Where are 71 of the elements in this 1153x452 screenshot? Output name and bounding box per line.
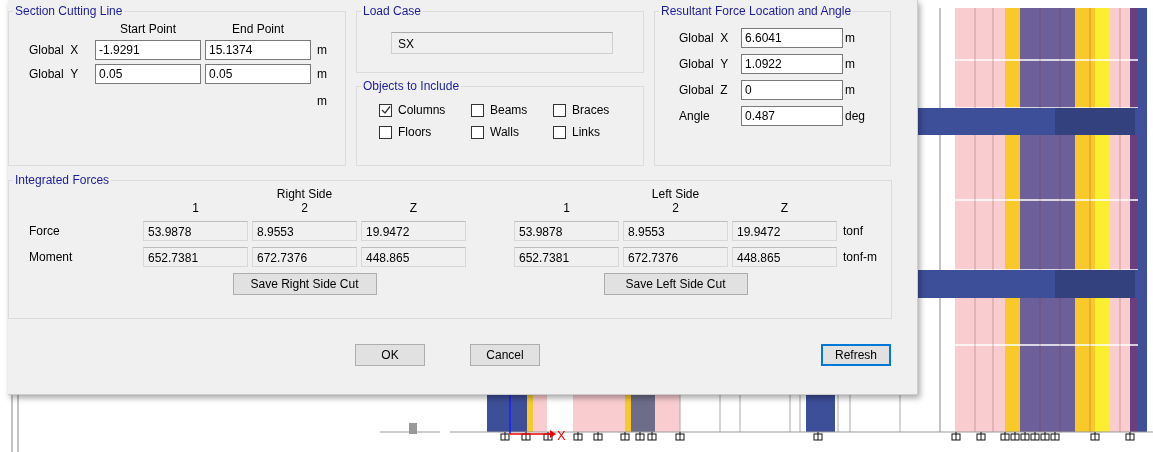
column-header: 1 (191, 201, 200, 215)
checkbox-label[interactable]: Links (572, 125, 600, 139)
field-label: Global Y (29, 67, 80, 81)
checkbox[interactable] (553, 103, 566, 117)
unit-label: m (844, 57, 856, 71)
group-title: Integrated Forces (14, 173, 111, 187)
checkbox[interactable] (379, 125, 392, 139)
group-title: Resultant Force Location and Angle (660, 4, 853, 18)
input-field[interactable]: 6.6041 (741, 28, 843, 48)
column-header: Z (779, 201, 790, 215)
dialog-button[interactable]: OK (355, 344, 425, 366)
readonly-field: 19.9472 (361, 221, 466, 241)
group-title: Objects to Include (362, 79, 461, 93)
checkbox-label[interactable]: Beams (490, 103, 528, 117)
input-field[interactable]: -1.9291 (95, 40, 201, 60)
readonly-field: 652.7381 (143, 247, 248, 267)
readonly-field: 53.9878 (514, 221, 619, 241)
unit-label: deg (844, 109, 867, 123)
input-field[interactable]: 1.0922 (741, 54, 843, 74)
checkbox[interactable] (471, 103, 484, 117)
checkbox-label[interactable]: Floors (398, 125, 432, 139)
column-header: End Point (230, 22, 285, 36)
checkbox-label[interactable]: Walls (490, 125, 519, 139)
save-button[interactable]: Save Right Side Cut (232, 273, 377, 295)
dialog-button[interactable]: Refresh (821, 344, 891, 366)
row-label: Moment (29, 250, 74, 264)
unit-label: m (316, 43, 328, 57)
readonly-field: 19.9472 (732, 221, 837, 241)
column-header: Start Point (119, 22, 177, 36)
row-label: Force (29, 224, 61, 238)
field-label: Global Y (679, 57, 730, 71)
field-label: Global Z (679, 83, 729, 97)
readonly-field: 53.9878 (143, 221, 248, 241)
input-field[interactable]: 0.487 (741, 106, 843, 126)
dialog-button[interactable]: Cancel (470, 344, 540, 366)
readonly-field: 448.865 (732, 247, 837, 267)
checkbox-label[interactable]: Braces (572, 103, 610, 117)
column-header: 2 (300, 201, 309, 215)
readonly-field: 8.9553 (252, 221, 357, 241)
checkbox[interactable] (471, 125, 484, 139)
checkbox[interactable] (553, 125, 566, 139)
readonly-field: 652.7381 (514, 247, 619, 267)
field-label: Angle (679, 109, 711, 123)
unit-label: m (316, 94, 328, 108)
readonly-field: 672.7376 (623, 247, 728, 267)
save-button[interactable]: Save Left Side Cut (603, 273, 748, 295)
input-field[interactable]: 0.05 (205, 64, 311, 84)
side-title: Left Side (650, 187, 701, 201)
side-title: Right Side (275, 187, 334, 201)
load-case-field[interactable]: SX (391, 32, 613, 54)
input-field[interactable]: 15.1374 (205, 40, 311, 60)
readonly-field: 672.7376 (252, 247, 357, 267)
input-field[interactable]: 0 (741, 80, 843, 100)
input-field[interactable]: 0.05 (95, 64, 201, 84)
field-label: Global X (29, 43, 80, 57)
group-title: Section Cutting Line (14, 4, 124, 18)
checkbox[interactable] (379, 103, 392, 117)
column-header: 2 (671, 201, 680, 215)
readonly-field: 8.9553 (623, 221, 728, 241)
checkbox-label[interactable]: Columns (398, 103, 446, 117)
unit-label: tonf (842, 224, 864, 238)
unit-label: m (316, 67, 328, 81)
unit-label: m (844, 83, 856, 97)
column-header: 1 (562, 201, 571, 215)
unit-label: m (844, 31, 856, 45)
unit-label: tonf-m (842, 250, 878, 264)
readonly-field: 448.865 (361, 247, 466, 267)
axis-label: X (557, 428, 566, 443)
column-header: Z (408, 201, 419, 215)
group-title: Load Case (362, 4, 423, 18)
field-label: Global X (679, 31, 730, 45)
